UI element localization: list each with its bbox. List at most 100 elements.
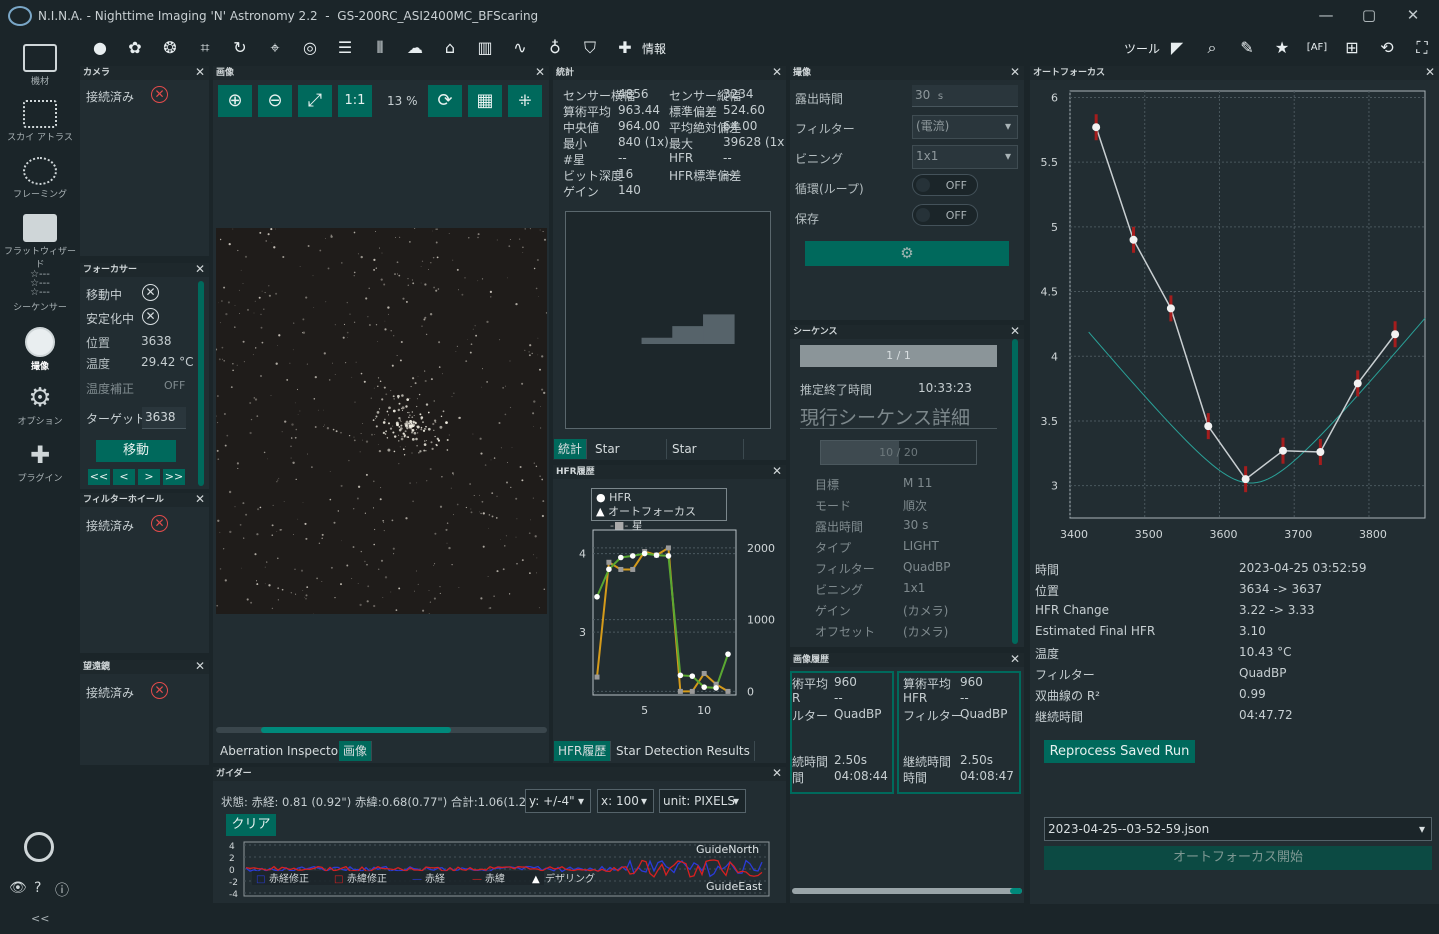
guider-x-scale-select[interactable]: x: 100 [597,789,654,813]
guider-y-scale-select[interactable]: y: +/-4" [525,789,591,813]
histogram-tool-icon[interactable]: ▥ [474,38,496,58]
sidebar-item-imaging[interactable]: 撮像 [0,327,80,372]
sequence-scrollbar[interactable] [1012,339,1018,644]
sequence-tool-icon[interactable]: ☰ [334,38,356,58]
maximize-button[interactable]: ▢ [1354,6,1384,24]
weather-tool-icon[interactable]: ☁ [404,38,426,58]
sidebar-item-options[interactable]: ⚙ オプション [0,384,80,427]
save-toggle[interactable]: OFF [912,204,978,226]
hfr-tool-icon[interactable]: ∿ [509,38,531,58]
info-tool-label[interactable]: 情報 [642,40,666,57]
tab-star-annotation[interactable]: Star Annotat [668,439,744,459]
eye-icon[interactable]: 👁 [9,880,27,896]
tools-label[interactable]: ツール [1124,40,1160,57]
zoom-out-button[interactable]: ⊖ [258,85,292,117]
binning-select[interactable]: 1x1 [912,145,1018,169]
one-to-one-button[interactable]: 1:1 [338,85,372,117]
sidebar-item-flat-wizard[interactable]: フラットウィザード [0,214,80,270]
star [250,418,253,421]
sidebar-item-sequencer[interactable]: ☆--- ☆--- ☆--- シーケンサー [0,270,80,314]
filterwheel-disconnect-icon[interactable]: ✕ [151,515,168,532]
rotator-tool-icon[interactable]: ↻ [229,38,251,58]
magnifier-tool-icon[interactable]: ⌕ [1201,38,1223,58]
platesolve-tool-icon[interactable]: ⊞ [1341,38,1363,58]
sidebar-item-sky-atlas[interactable]: スカイ アトラス [0,100,80,143]
history-tool-icon[interactable]: ⟲ [1376,38,1398,58]
telescope-tool-icon[interactable]: ⌖ [264,38,286,58]
safety-tool-icon[interactable]: ⛉ [579,38,601,58]
guider-tool-icon[interactable]: ◎ [299,38,321,58]
grid-button[interactable]: ▦ [468,85,502,117]
close-icon[interactable]: ✕ [195,493,205,506]
ruler-tool-icon[interactable]: ◤ [1166,38,1188,58]
framing-tool-icon[interactable]: ⛶ [1411,38,1433,58]
image-hscroll[interactable] [216,727,547,733]
close-icon[interactable]: ✕ [195,66,205,79]
tab-aberration-inspector[interactable]: Aberration Inspector [216,741,348,761]
capture-button[interactable]: ⚙ [805,241,1009,266]
fit-button[interactable]: ⤢ [298,85,332,117]
filter-wheel-tool-icon[interactable]: ✿ [124,38,146,58]
camera-disconnect-icon[interactable]: ✕ [151,86,168,103]
help-icon[interactable]: ? [34,880,41,896]
focuser-tool-icon[interactable]: ❂ [159,38,181,58]
loop-toggle[interactable]: OFF [912,174,978,196]
brush-tool-icon[interactable]: ✎ [1236,38,1258,58]
info-icon[interactable]: ⓘ [55,880,69,900]
star [375,231,377,233]
guider-clear-button[interactable]: クリア [226,814,276,836]
rotate-button[interactable]: ⟳ [428,85,462,117]
star-image[interactable] [215,227,548,615]
filter-select[interactable]: (電流) [912,115,1018,139]
tab-star-detection[interactable]: Star Detectio [591,439,667,459]
autofocus-file-select[interactable]: 2023-04-25--03-52-59.json [1044,817,1432,841]
star-detect-button[interactable]: ⁜ [508,85,542,117]
tab-star-detection-results[interactable]: Star Detection Results [612,741,755,761]
close-icon[interactable]: ✕ [1010,325,1020,338]
close-icon[interactable]: ✕ [1425,66,1435,79]
collapse-sidebar-button[interactable]: << [31,912,49,925]
focuser-step-forward-button[interactable]: > [138,469,160,485]
frame-tool-icon[interactable]: ⌗ [194,38,216,58]
start-autofocus-button[interactable]: オートフォーカス開始 [1044,846,1432,870]
close-icon[interactable]: ✕ [1010,66,1020,79]
sidebar-item-framing[interactable]: フレーミング [0,157,80,200]
close-icon[interactable]: ✕ [535,66,545,79]
tab-image[interactable]: 画像 [339,741,373,761]
minimize-button[interactable]: — [1311,6,1341,24]
close-icon[interactable]: ✕ [772,767,782,780]
focuser-step-forward-large-button[interactable]: >> [163,469,185,485]
zoom-in-button[interactable]: ⊕ [218,85,252,117]
history-card-1[interactable]: 術平均 960 R -- ルター QuadBP 続時間 2.50s 間 04:08:44 [790,671,894,794]
guider-unit-select[interactable]: unit: PIXELS [659,789,746,813]
camera-tool-icon[interactable]: ● [89,38,111,58]
history-hscroll[interactable] [792,888,1022,894]
sidebar-item-equipment[interactable]: 機材 [0,44,80,87]
history-card-2[interactable]: 算術平均 960 HFR -- フィルター QuadBP 継続時間 2.50s 時間 04:08:… [897,671,1021,794]
focuser-move-button[interactable]: 移動 [96,440,176,462]
reprocess-saved-run-button[interactable]: Reprocess Saved Run [1044,740,1195,763]
close-icon[interactable]: ✕ [1010,653,1020,666]
focuser-step-back-large-button[interactable]: << [88,469,110,485]
sidebar-item-plugins[interactable]: ✚ プラグイン [0,441,80,484]
focuser-scrollbar[interactable] [198,281,204,486]
plugin-tool-icon[interactable]: ✚ [614,38,636,58]
close-icon[interactable]: ✕ [772,465,782,478]
focuser-target-input[interactable]: 3638 [142,407,186,429]
close-icon[interactable]: ✕ [195,263,205,276]
tab-statistics[interactable]: 統計 [554,439,588,459]
telescope-disconnect-icon[interactable]: ✕ [151,682,168,699]
autofocus-tool-icon[interactable]: [AF] [1306,38,1328,58]
close-window-button[interactable]: ✕ [1398,6,1428,24]
focuser-step-back-button[interactable]: < [113,469,135,485]
close-icon[interactable]: ✕ [772,66,782,79]
dome-tool-icon[interactable]: ⌂ [439,38,461,58]
exposure-input[interactable]: 30 s [912,85,1018,107]
tab-hfr-history[interactable]: HFR履歴 [554,741,612,761]
star-tool-icon[interactable]: ★ [1271,38,1293,58]
focuser-tempcomp-toggle[interactable]: OFF [164,379,185,392]
flat-panel-tool-icon[interactable]: ♁ [544,38,566,58]
close-icon[interactable]: ✕ [195,660,205,673]
switch-tool-icon[interactable]: ⫴ [369,38,391,58]
power-icon[interactable] [24,832,54,862]
